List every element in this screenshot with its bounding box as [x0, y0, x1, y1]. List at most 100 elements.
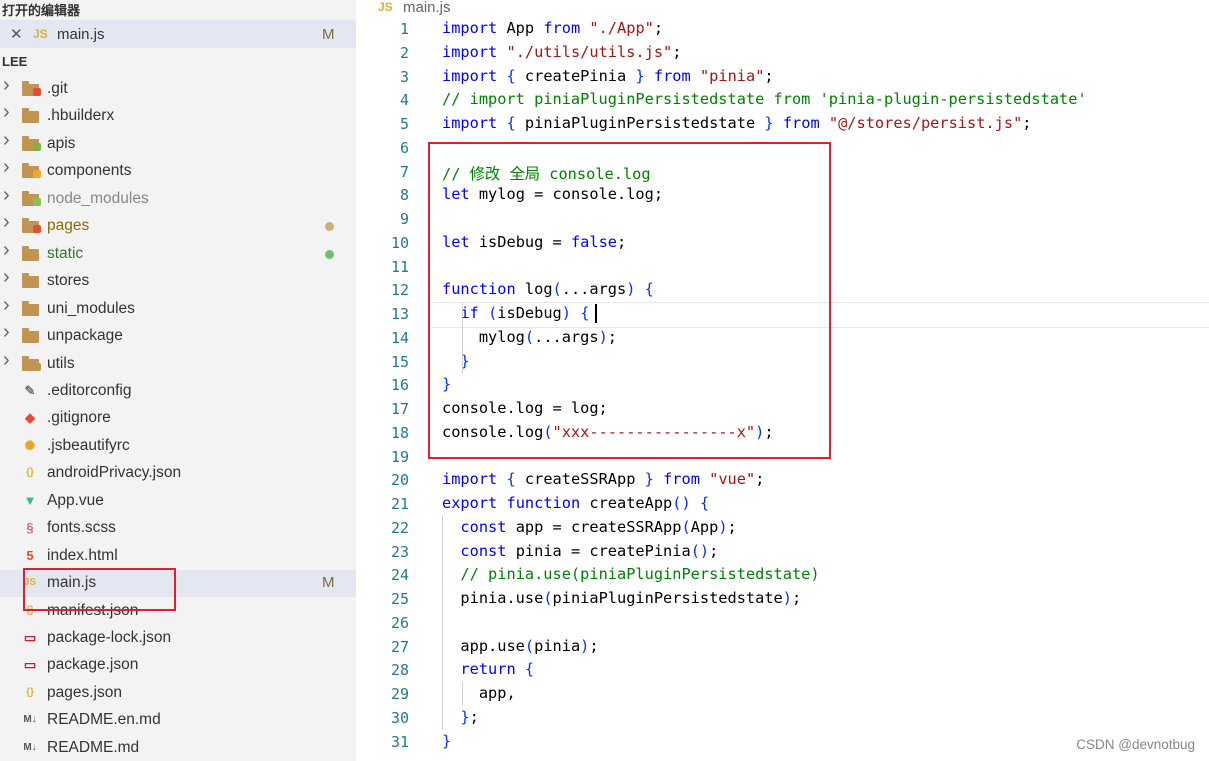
- line-number: 14: [390, 328, 409, 347]
- code-line: import { createSSRApp } from "vue";: [442, 470, 765, 489]
- tree-item-static[interactable]: › static: [0, 239, 356, 268]
- tree-item-androidprivacy-json[interactable]: {} androidPrivacy.json: [0, 460, 356, 487]
- line-number: 6: [399, 138, 409, 157]
- tree-item-label: index.html: [47, 546, 118, 564]
- tree-item-editorconfig[interactable]: ✎ .editorconfig: [0, 378, 356, 405]
- components-folder-icon: [22, 163, 41, 179]
- line-number: 16: [390, 376, 409, 395]
- tree-item-unpackage[interactable]: › unpackage: [0, 321, 356, 350]
- line-number: 17: [390, 400, 409, 418]
- chevron-right-icon[interactable]: ›: [3, 349, 15, 371]
- code-line: // import piniaPluginPersistedstate from…: [442, 90, 1087, 109]
- line-number: 20: [390, 471, 409, 490]
- line-number: 24: [390, 566, 409, 585]
- line-number: 11: [390, 257, 409, 276]
- code-line: return {: [460, 660, 535, 679]
- tree-item-node-modules[interactable]: › node_modules: [0, 184, 356, 213]
- line-number: 22: [390, 518, 409, 537]
- tree-item-components[interactable]: › components: [0, 156, 356, 185]
- html-icon: 5: [26, 547, 34, 563]
- tree-item-git[interactable]: › .git: [0, 74, 356, 103]
- code-line: pinia.use(piniaPluginPersistedstate);: [442, 589, 802, 607]
- npm-icon: ▭: [23, 630, 37, 645]
- code-line: };: [460, 707, 479, 726]
- line-number: 13: [390, 305, 409, 323]
- explorer-sidebar: 打开的编辑器 ✕ JS main.js M LEE › .git › .hbuilde…: [0, 0, 356, 761]
- open-editor-main-js[interactable]: ✕ JS main.js M: [0, 20, 356, 48]
- line-number: 5: [399, 115, 409, 133]
- tree-item-label: .gitignore: [47, 409, 111, 427]
- tree-item-label: static: [47, 244, 84, 262]
- code-line: import "./utils/utils.js";: [442, 42, 682, 61]
- git-status-dot: [325, 249, 334, 259]
- line-number: 8: [399, 186, 409, 205]
- npm-icon: ▭: [23, 657, 37, 673]
- line-number: 29: [390, 685, 409, 703]
- tree-item-label: apis: [47, 134, 76, 152]
- markdown-icon: M↓: [23, 741, 37, 753]
- tree-item-readme-md[interactable]: M↓ README.md: [0, 735, 356, 761]
- folder-icon: [22, 328, 39, 344]
- folder-icon: [22, 300, 39, 316]
- tree-item-gitignore[interactable]: ◆ .gitignore: [0, 405, 356, 432]
- code-line: import { piniaPluginPersistedstate } fro…: [442, 114, 1032, 132]
- code-line: const app = createSSRApp(App);: [460, 517, 737, 536]
- utils-folder-icon: [22, 355, 41, 371]
- modified-badge: M: [322, 26, 335, 43]
- tree-item-label: App.vue: [47, 491, 104, 509]
- tree-item-index-html[interactable]: 5 index.html: [0, 543, 356, 570]
- git-folder-icon: [22, 81, 41, 96]
- line-number: 28: [390, 661, 409, 680]
- chevron-right-icon[interactable]: ›: [3, 129, 15, 151]
- tree-item-pages-json[interactable]: {} pages.json: [0, 680, 356, 707]
- tree-item-hbuilderx[interactable]: › .hbuilderx: [0, 101, 356, 130]
- chevron-right-icon[interactable]: ›: [3, 239, 15, 261]
- chevron-right-icon[interactable]: ›: [3, 184, 15, 206]
- chevron-right-icon[interactable]: ›: [3, 101, 15, 123]
- chevron-right-icon[interactable]: ›: [3, 156, 15, 178]
- line-number: 4: [399, 91, 409, 110]
- watermark: CSDN @devnotbug: [1076, 737, 1195, 752]
- tree-item-package-json[interactable]: ▭ package.json: [0, 652, 356, 679]
- line-number: 15: [390, 352, 409, 371]
- tree-item-fonts-scss[interactable]: § fonts.scss: [0, 515, 356, 542]
- tree-item-label: .hbuilderx: [47, 107, 115, 125]
- tree-item-label: stores: [47, 272, 90, 290]
- project-title[interactable]: LEE: [2, 54, 27, 69]
- tree-item-label: utils: [47, 354, 75, 372]
- chevron-right-icon[interactable]: ›: [3, 321, 15, 343]
- tree-item-label: package-lock.json: [47, 629, 172, 646]
- api-folder-icon: [22, 135, 41, 151]
- tree-item-label: README.md: [47, 738, 140, 756]
- tree-item-package-lock-json[interactable]: ▭ package-lock.json: [0, 625, 356, 652]
- tab-filename: main.js: [403, 0, 451, 16]
- tree-item-label: pages.json: [47, 683, 122, 701]
- line-number: 1: [399, 20, 409, 38]
- chevron-right-icon[interactable]: ›: [3, 294, 15, 316]
- tree-item-stores[interactable]: › stores: [0, 266, 356, 295]
- tree-item-jsbeautifyrc[interactable]: ✺ .jsbeautifyrc: [0, 433, 356, 460]
- tree-item-app-vue[interactable]: ▼ App.vue: [0, 488, 356, 515]
- line-number: 23: [390, 542, 409, 561]
- tree-item-pages[interactable]: › pages: [0, 211, 356, 240]
- close-icon[interactable]: ✕: [10, 25, 23, 43]
- git-icon: ◆: [25, 410, 35, 426]
- tree-item-label: fonts.scss: [47, 519, 116, 537]
- js-icon: JS: [33, 27, 48, 41]
- modified-badge: M: [322, 574, 335, 592]
- chevron-right-icon[interactable]: ›: [3, 266, 15, 288]
- vue-icon: ▼: [23, 492, 37, 508]
- json-icon: {}: [26, 467, 34, 479]
- git-status-dot: [325, 222, 334, 232]
- indent-guide: [462, 682, 463, 706]
- line-number: 12: [390, 281, 409, 300]
- tree-item-readme-en-md[interactable]: M↓ README.en.md: [0, 707, 356, 734]
- tree-item-utils[interactable]: › utils: [0, 349, 356, 378]
- chevron-right-icon[interactable]: ›: [3, 211, 15, 233]
- chevron-right-icon[interactable]: ›: [3, 74, 15, 96]
- tree-item-apis[interactable]: › apis: [0, 129, 356, 158]
- tree-item-uni-modules[interactable]: › uni_modules: [0, 294, 356, 323]
- line-number: 3: [399, 67, 409, 86]
- line-number: 10: [390, 233, 409, 252]
- sass-icon: §: [26, 520, 34, 536]
